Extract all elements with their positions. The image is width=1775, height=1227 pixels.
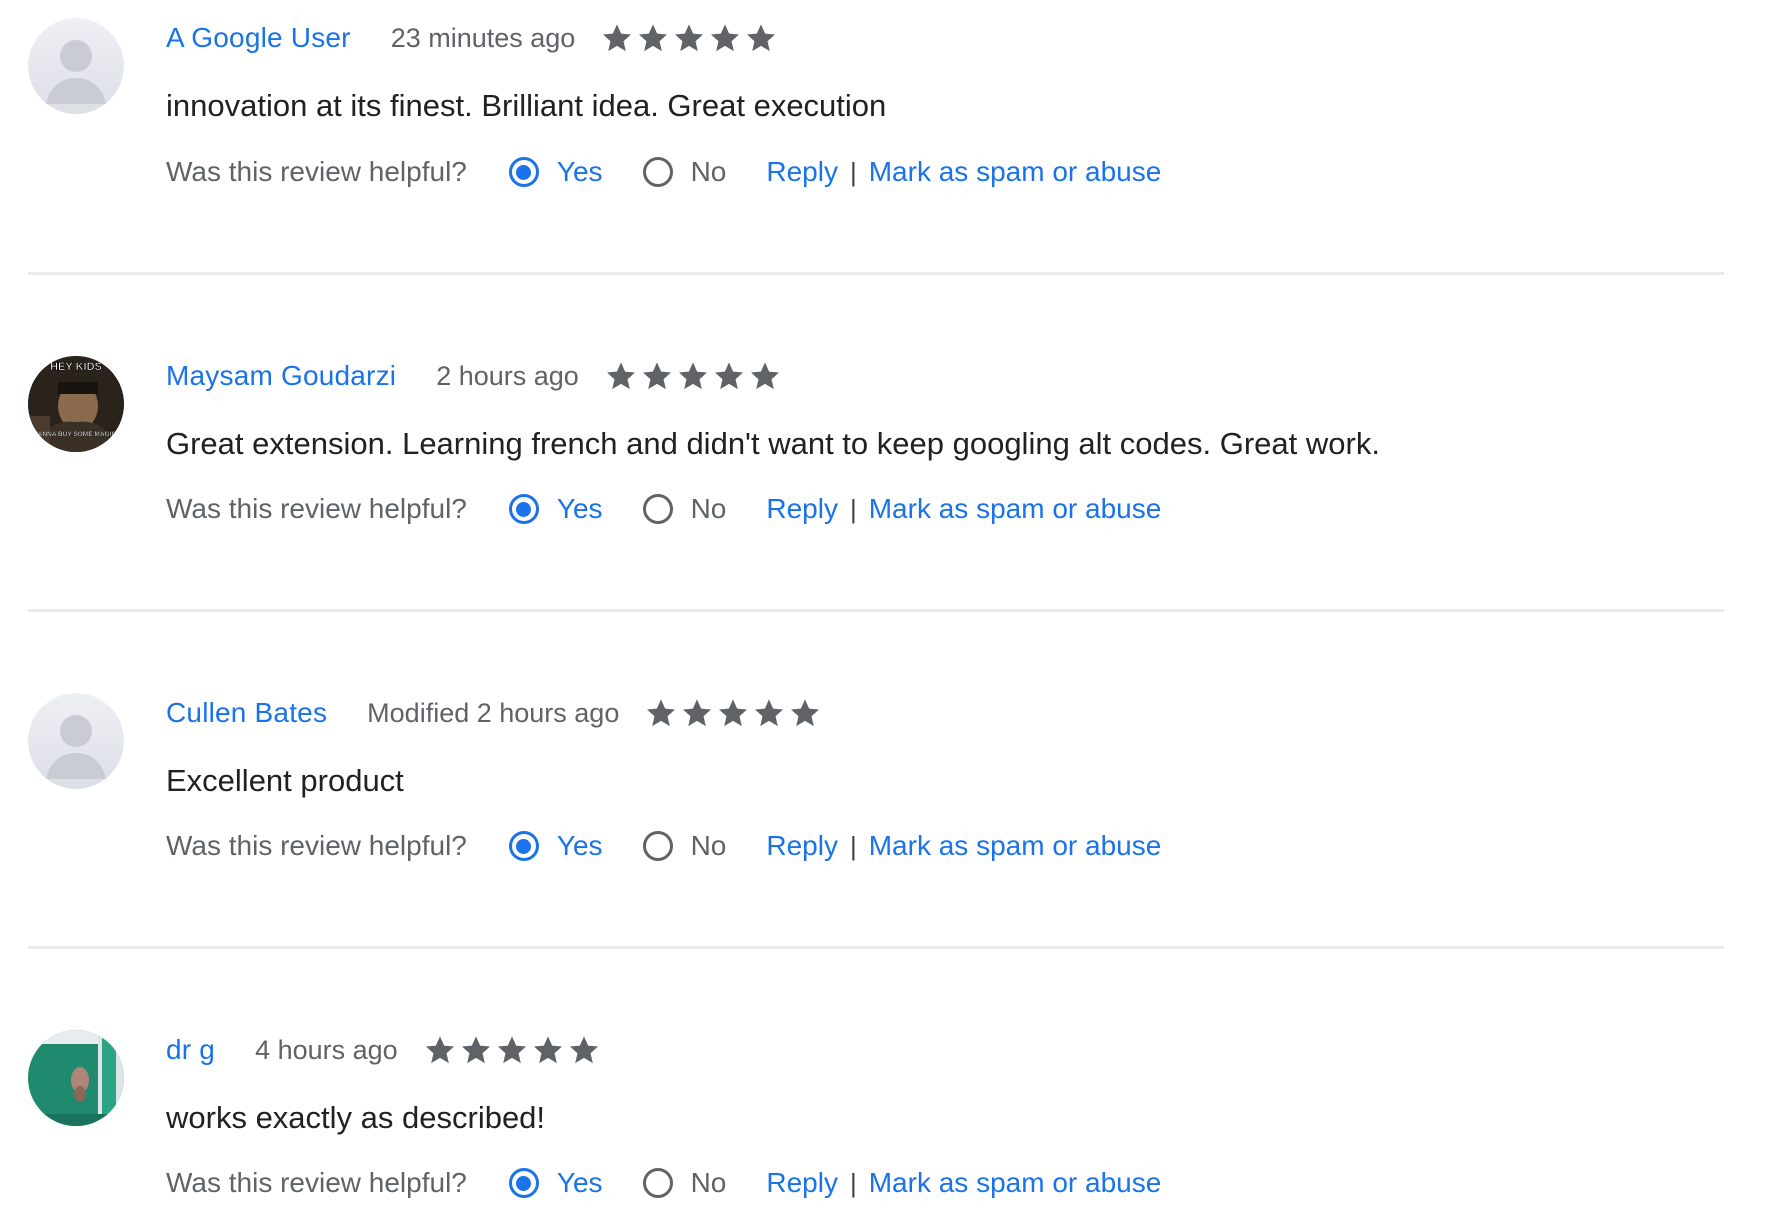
author-link[interactable]: Cullen Bates	[166, 697, 327, 729]
helpful-no-label: No	[690, 156, 727, 187]
star-icon	[460, 1034, 492, 1066]
star-icon	[496, 1034, 528, 1066]
star-icon	[713, 360, 745, 392]
helpful-no-label: No	[690, 1167, 727, 1198]
helpful-yes-label: Yes	[556, 493, 603, 524]
mark-spam-link[interactable]: Mark as spam or abuse	[869, 1167, 1162, 1199]
helpful-no-radio[interactable]: No	[642, 830, 727, 862]
helpful-yes-radio[interactable]: Yes	[508, 156, 603, 188]
helpful-yes-label: Yes	[556, 156, 603, 187]
default-person-icon	[28, 18, 124, 114]
helpful-yes-radio[interactable]: Yes	[508, 830, 603, 862]
link-separator: |	[849, 156, 857, 187]
star-icon	[637, 22, 669, 54]
radio-unselected-icon	[642, 831, 673, 861]
helpful-no-radio[interactable]: No	[642, 1167, 727, 1199]
star-icon	[789, 697, 821, 729]
star-icon	[745, 22, 777, 54]
review-divider	[28, 272, 1724, 275]
radio-selected-icon	[508, 1168, 539, 1198]
helpful-question: Was this review helpful?	[166, 156, 467, 187]
review-divider	[28, 946, 1724, 949]
link-separator: |	[849, 1167, 857, 1198]
helpful-no-radio[interactable]: No	[642, 156, 727, 188]
review-date: 23 minutes ago	[390, 22, 576, 53]
helpful-yes-radio[interactable]: Yes	[508, 1167, 603, 1199]
avatar: HEY KIDS WANNA BUY SOME MAGIC?	[28, 356, 124, 452]
star-icon	[673, 22, 705, 54]
star-rating	[424, 1034, 600, 1066]
reply-link[interactable]: Reply	[766, 156, 838, 188]
star-rating	[645, 697, 821, 729]
helpful-yes-radio[interactable]: Yes	[508, 493, 603, 525]
default-person-icon	[28, 693, 124, 789]
review-text: Excellent product	[166, 763, 404, 798]
star-icon	[717, 697, 749, 729]
radio-selected-icon	[508, 157, 539, 187]
radio-unselected-icon	[642, 157, 673, 187]
helpful-row: Was this review helpful? Yes No Reply | …	[166, 824, 1161, 868]
review-divider	[28, 609, 1724, 612]
review-date: Modified 2 hours ago	[367, 697, 620, 728]
avatar	[28, 18, 124, 114]
radio-unselected-icon	[642, 494, 673, 524]
avatar-caption-top: HEY KIDS	[50, 361, 102, 373]
helpful-row: Was this review helpful? Yes No Reply | …	[166, 150, 1161, 194]
meme-photo: HEY KIDS WANNA BUY SOME MAGIC?	[28, 356, 124, 452]
radio-selected-icon	[508, 831, 539, 861]
reply-link[interactable]: Reply	[766, 493, 838, 525]
reply-link[interactable]: Reply	[766, 830, 838, 862]
helpful-question: Was this review helpful?	[166, 493, 467, 524]
radio-unselected-icon	[642, 1168, 673, 1198]
mark-spam-link[interactable]: Mark as spam or abuse	[869, 830, 1162, 862]
link-separator: |	[849, 830, 857, 861]
helpful-row: Was this review helpful? Yes No Reply | …	[166, 1161, 1161, 1205]
avatar-caption-bottom: WANNA BUY SOME MAGIC?	[32, 431, 120, 438]
avatar	[28, 693, 124, 789]
star-icon	[709, 22, 741, 54]
review-text: Great extension. Learning french and did…	[166, 426, 1380, 461]
star-icon	[681, 697, 713, 729]
mark-spam-link[interactable]: Mark as spam or abuse	[869, 493, 1162, 525]
radio-selected-icon	[508, 494, 539, 524]
review-text: innovation at its finest. Brilliant idea…	[166, 88, 887, 123]
star-icon	[568, 1034, 600, 1066]
author-link[interactable]: dr g	[166, 1034, 215, 1066]
helpful-question: Was this review helpful?	[166, 1167, 467, 1198]
star-icon	[532, 1034, 564, 1066]
review-text: works exactly as described!	[166, 1100, 546, 1135]
mark-spam-link[interactable]: Mark as spam or abuse	[869, 156, 1162, 188]
star-icon	[601, 22, 633, 54]
helpful-no-label: No	[690, 493, 727, 524]
author-link[interactable]: Maysam Goudarzi	[166, 360, 396, 392]
star-icon	[677, 360, 709, 392]
star-icon	[645, 697, 677, 729]
star-icon	[753, 697, 785, 729]
helpful-no-radio[interactable]: No	[642, 493, 727, 525]
helpful-yes-label: Yes	[556, 830, 603, 861]
star-icon	[605, 360, 637, 392]
link-separator: |	[849, 493, 857, 524]
star-rating	[605, 360, 781, 392]
star-rating	[601, 22, 777, 54]
reply-link[interactable]: Reply	[766, 1167, 838, 1199]
green-photo	[28, 1030, 124, 1126]
review-date: 4 hours ago	[255, 1034, 398, 1065]
star-icon	[749, 360, 781, 392]
review-date: 2 hours ago	[436, 360, 579, 391]
helpful-row: Was this review helpful? Yes No Reply | …	[166, 487, 1161, 531]
helpful-yes-label: Yes	[556, 1167, 603, 1198]
helpful-question: Was this review helpful?	[166, 830, 467, 861]
helpful-no-label: No	[690, 830, 727, 861]
star-icon	[424, 1034, 456, 1066]
avatar	[28, 1030, 124, 1126]
author-link[interactable]: A Google User	[166, 22, 351, 54]
star-icon	[641, 360, 673, 392]
